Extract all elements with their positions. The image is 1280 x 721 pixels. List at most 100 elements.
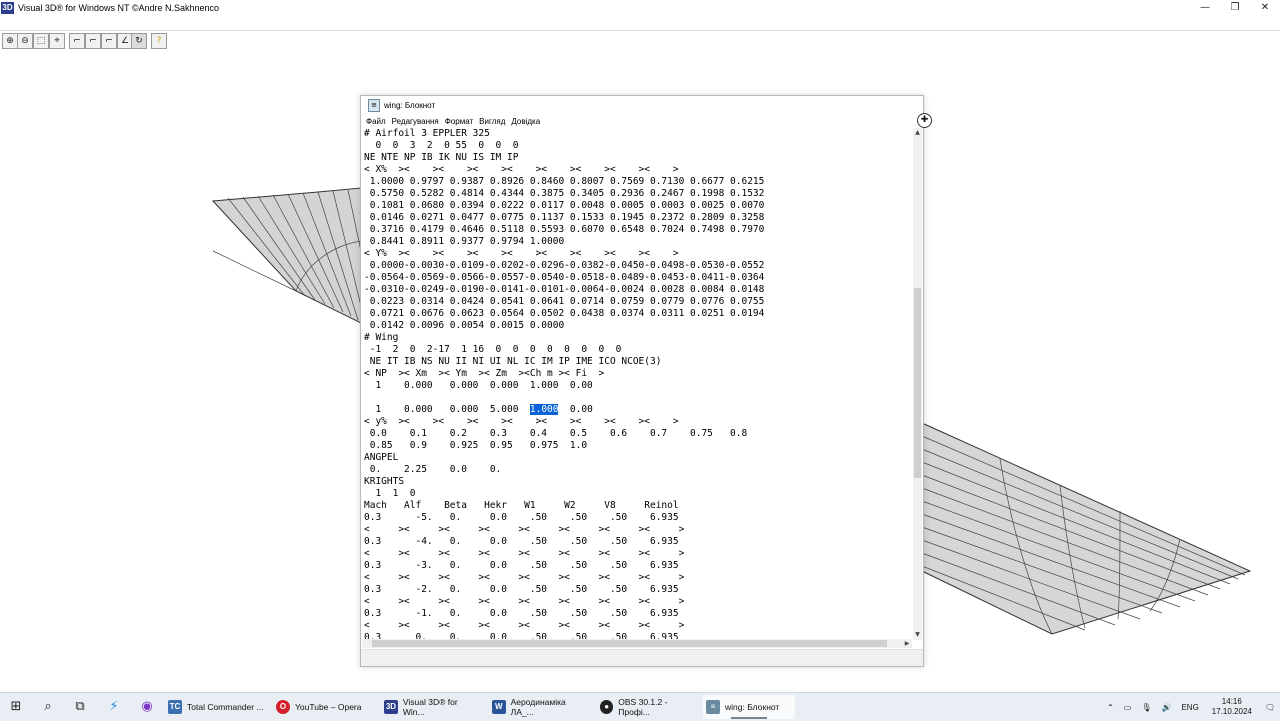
text-line-content: KRIGHTS [364,476,405,487]
text-line: < NP >< Xm >< Ym >< Zm ><Ch m >< Fi > [364,368,912,380]
search-icon[interactable]: ⌕ [38,697,58,717]
taskbar-app-label: OBS 30.1.2 - Профі... [618,697,668,717]
taskbar-app-opera[interactable]: O YouTube – Opera [273,695,373,719]
notepad-titlebar[interactable]: ≡ wing: Блокнот [361,96,923,114]
text-line-content: 0.85 0.9 0.925 0.95 0.975 1.0 [364,440,588,451]
selected-text[interactable]: 1.000 [529,404,559,415]
text-line: -1 2 0 2-17 1 16 0 0 0 0 0 0 0 0 [364,344,912,356]
text-line: # Airfoil 3 EPPLER 325 [364,128,912,140]
text-line [364,392,912,404]
text-line: < >< >< >< >< >< >< >< > [364,572,912,584]
text-line-content: ANGPEL [364,452,399,463]
text-line: 0.3716 0.4179 0.4646 0.5118 0.5593 0.607… [364,224,912,236]
zoom-out-icon[interactable]: ⊖ [17,33,33,49]
maximize-button[interactable]: ❐ [1220,0,1250,16]
text-line: < >< >< >< >< >< >< >< > [364,524,912,536]
clock-time: 14:16 [1221,697,1242,706]
aria-icon[interactable]: ◉ [137,697,157,717]
text-line-content: 0 0 3 2 0 55 0 0 0 [364,140,519,151]
volume-icon[interactable]: 🔊 [1161,703,1171,712]
notepad-statusbar [361,649,923,666]
notepad-text-area[interactable]: # Airfoil 3 EPPLER 325 0 0 3 2 0 55 0 0 … [364,128,912,640]
rotate-icon[interactable]: ↻ [131,33,147,49]
text-line-content: < >< >< >< >< >< >< >< > [364,548,685,559]
menu-help[interactable]: Довідка [511,117,540,126]
text-line: 0.5750 0.5282 0.4814 0.4344 0.3875 0.340… [364,188,912,200]
text-line-content: 0.0146 0.0271 0.0477 0.0775 0.1137 0.153… [364,212,765,223]
text-line-content: # Wing [364,332,399,343]
horizontal-scroll-thumb[interactable] [372,640,887,647]
visual3d-icon: 3D [384,700,398,714]
text-line-content: -0.0564-0.0569-0.0566-0.0557-0.0540-0.05… [364,272,765,283]
task-view-icon[interactable]: ⧉ [70,697,90,717]
close-button[interactable]: ✕ [1250,0,1280,16]
microphone-icon[interactable]: 🎙 [1141,703,1151,712]
text-line: NE NTE NP IB IK NU IS IM IP [364,152,912,164]
text-line: 0.0146 0.0271 0.0477 0.0775 0.1137 0.153… [364,212,912,224]
text-line-content: 0.0142 0.0096 0.0054 0.0015 0.0000 [364,320,565,331]
menu-view[interactable]: Вигляд [479,117,505,126]
text-line: 0.0142 0.0096 0.0054 0.0015 0.0000 [364,320,912,332]
help-icon[interactable]: ? [151,33,167,49]
taskbar-app-label: YouTube – Opera [295,702,362,712]
fit-icon[interactable]: ⌖ [49,33,65,49]
text-line-content: 0.3 -4. 0. 0.0 .50 .50 .50 6.935 [364,536,679,547]
chevron-up-icon[interactable]: ⌃ [1107,703,1114,712]
clock[interactable]: 14:16 17.10.2024 [1212,697,1252,717]
text-line: < X% >< >< >< >< >< >< >< >< > [364,164,912,176]
language-indicator[interactable]: ENG [1181,703,1198,712]
scroll-up-icon[interactable]: ▲ [913,128,922,138]
axes-yz-icon[interactable]: ⌐ [85,33,101,49]
text-line-content: 1 0.000 0.000 5.000 [364,404,530,415]
text-line: 1 1 0 [364,488,912,500]
menu-edit[interactable]: Редагування [392,117,439,126]
text-line: 1.0000 0.9797 0.9387 0.8926 0.8460 0.800… [364,176,912,188]
taskbar-app-notepad[interactable]: ≡ wing: Блокнот [703,695,795,719]
text-line: 0 0 3 2 0 55 0 0 0 [364,140,912,152]
menu-file[interactable]: Файл [366,117,386,126]
zoom-in-icon[interactable]: ⊕ [2,33,18,49]
toolbar: ⊕ ⊖ ⬚ ⌖ ⌐ ⌐ ⌐ ∠ ↻ ? [0,30,1280,52]
scroll-down-icon[interactable]: ▼ [913,630,922,640]
text-line-content: 0. 2.25 0.0 0. [364,464,502,475]
text-line-content: < Y% >< >< >< >< >< >< >< >< > [364,248,679,259]
text-after-selection: 0.00 [558,404,593,415]
text-line: ANGPEL [364,452,912,464]
text-line: 1 0.000 0.000 0.000 1.000 0.00 [364,380,912,392]
text-line: 1 0.000 0.000 5.000 1.000 0.00 [364,404,912,416]
app-title: Visual 3D® for Windows NT ©Andre N.Sakhn… [18,3,220,13]
notification-icon[interactable]: 🗨 [1265,703,1275,712]
vertical-scroll-thumb[interactable] [914,288,921,478]
axes-xz-icon[interactable]: ⌐ [69,33,85,49]
taskbar-app-label: Visual 3D® for Win... [402,697,458,717]
scroll-right-icon[interactable]: ▶ [902,639,912,648]
text-line: Mach Alf Beta Hekr W1 W2 V8 Reinol [364,500,912,512]
horizontal-scrollbar[interactable]: ▶ [362,639,912,648]
notepad-window[interactable]: ≡ wing: Блокнот Файл Редагування Формат … [360,95,924,667]
text-line: # Wing [364,332,912,344]
taskbar-app-total-commander[interactable]: TC Total Commander ... [165,695,265,719]
messenger-icon[interactable]: ⚡ [104,697,124,717]
text-line: 0.1081 0.0680 0.0394 0.0222 0.0117 0.004… [364,200,912,212]
taskbar-app-visual3d[interactable]: 3D Visual 3D® for Win... [381,695,481,719]
taskbar-app-label: Total Commander ... [187,702,264,712]
notepad-icon: ≡ [368,98,380,112]
clock-date: 17.10.2024 [1211,707,1252,716]
taskbar-app-obs[interactable]: ● OBS 30.1.2 - Профі... [597,695,697,719]
menu-format[interactable]: Формат [445,117,473,126]
minimize-button[interactable]: — [1190,0,1220,16]
total-commander-icon: TC [168,700,182,714]
text-line: -0.0310-0.0249-0.0190-0.0141-0.0101-0.00… [364,284,912,296]
network-icon[interactable]: ▭ [1124,703,1132,712]
text-line-content: 0.3 -1. 0. 0.0 .50 .50 .50 6.935 [364,608,679,619]
start-icon[interactable]: ⊞ [6,697,26,717]
vertical-scrollbar[interactable]: ▲ ▼ [913,128,922,640]
taskbar: ⊞ ⌕ ⧉ ⚡ ◉ TC Total Commander ... O YouTu… [0,692,1280,721]
text-line-content: # Airfoil 3 EPPLER 325 [364,128,490,139]
taskbar-app-word[interactable]: W Аеродинаміка ЛА_... [489,695,589,719]
text-line: 0.3 -1. 0. 0.0 .50 .50 .50 6.935 [364,608,912,620]
axes-xy-icon[interactable]: ⌐ [101,33,117,49]
text-line: 0.0223 0.0314 0.0424 0.0541 0.0641 0.071… [364,296,912,308]
taskbar-app-label: Аеродинаміка ЛА_... [510,697,566,717]
select-box-icon[interactable]: ⬚ [33,33,49,49]
